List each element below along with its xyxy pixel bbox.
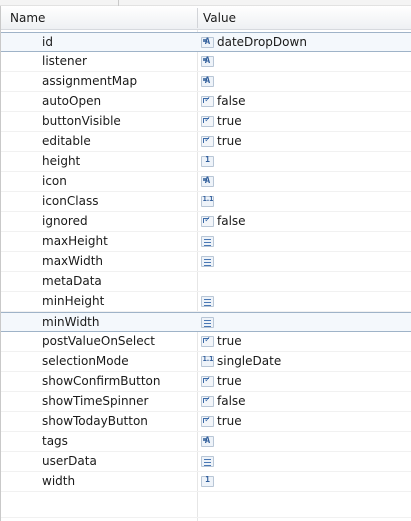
table-row[interactable]: buttonVisible ✓ true: [1, 112, 411, 132]
enum-property-icon: 1.1: [201, 195, 214, 207]
table-row[interactable]: minWidth: [1, 312, 411, 332]
table-row[interactable]: showConfirmButton ✓ true: [1, 372, 411, 392]
property-name: buttonVisible: [42, 114, 121, 128]
property-value: true: [217, 134, 242, 148]
property-name: iconClass: [42, 194, 99, 208]
property-name: height: [42, 154, 81, 168]
table-row[interactable]: minHeight: [1, 292, 411, 312]
boolean-property-icon: ✓: [201, 95, 214, 107]
property-name: ignored: [42, 214, 88, 228]
boolean-property-icon: ✓: [201, 215, 214, 227]
list-property-icon: [201, 296, 214, 307]
property-name: editable: [42, 134, 91, 148]
boolean-property-icon: ✓: [201, 335, 214, 347]
property-name: minHeight: [42, 294, 105, 308]
property-sheet: Name Value id AdateDropDown listener Aassig…: [0, 6, 411, 521]
table-row[interactable]: editable ✓ true: [1, 132, 411, 152]
property-name: showTimeSpinner: [42, 394, 149, 408]
table-row[interactable]: ignored ✓ false: [1, 212, 411, 232]
table-row[interactable]: height 1: [1, 152, 411, 172]
property-value: true: [217, 114, 242, 128]
property-value: false: [217, 214, 246, 228]
property-name: autoOpen: [42, 94, 102, 108]
property-value: true: [217, 414, 242, 428]
property-name: maxWidth: [42, 254, 104, 268]
property-name: icon: [42, 174, 67, 188]
table-row[interactable]: postValueOnSelect ✓ true: [1, 332, 411, 352]
table-header: Name Value: [1, 6, 411, 30]
table-row[interactable]: selectionMode 1.1 singleDate: [1, 352, 411, 372]
property-value: true: [217, 374, 242, 388]
column-header-value[interactable]: Value: [203, 6, 236, 30]
list-property-icon: [201, 456, 214, 467]
property-name: assignmentMap: [42, 74, 138, 88]
table-row[interactable]: assignmentMap A: [1, 72, 411, 92]
property-name: metaData: [42, 274, 102, 288]
property-value: true: [217, 334, 242, 348]
property-name: selectionMode: [42, 354, 129, 368]
column-separator[interactable]: [197, 8, 198, 28]
boolean-property-icon: ✓: [201, 375, 214, 387]
table-row[interactable]: width 1: [1, 472, 411, 492]
table-row[interactable]: iconClass 1.1: [1, 192, 411, 212]
property-value: singleDate: [217, 354, 282, 368]
list-property-icon: [201, 317, 214, 328]
table-row[interactable]: tags A: [1, 432, 411, 452]
boolean-property-icon: ✓: [201, 415, 214, 427]
text-property-icon: A: [201, 76, 214, 87]
column-header-name[interactable]: Name: [10, 6, 45, 30]
property-name: maxHeight: [42, 234, 108, 248]
text-property-icon: A: [201, 176, 214, 187]
property-name: tags: [42, 434, 68, 448]
number-property-icon: 1: [201, 155, 214, 167]
table-row[interactable]: listener A: [1, 52, 411, 72]
table-row[interactable]: icon A: [1, 172, 411, 192]
table-row[interactable]: id AdateDropDown: [1, 32, 411, 52]
boolean-property-icon: ✓: [201, 395, 214, 407]
enum-property-icon: 1.1: [201, 355, 214, 367]
property-value: false: [217, 394, 246, 408]
boolean-property-icon: ✓: [201, 135, 214, 147]
table-row[interactable]: showTodayButton ✓ true: [1, 412, 411, 432]
table-row[interactable]: userData: [1, 452, 411, 472]
property-value: false: [217, 94, 246, 108]
property-name: minWidth: [42, 315, 100, 329]
table-row[interactable]: maxWidth: [1, 252, 411, 272]
boolean-property-icon: ✓: [201, 115, 214, 127]
text-property-icon: A: [201, 436, 214, 447]
property-name: userData: [42, 454, 97, 468]
list-property-icon: [201, 256, 214, 267]
number-property-icon: 1: [201, 475, 214, 487]
text-property-icon: A: [201, 56, 214, 67]
list-property-icon: [201, 236, 214, 247]
property-value: dateDropDown: [217, 35, 307, 49]
property-name: postValueOnSelect: [42, 334, 155, 348]
property-name: listener: [42, 54, 87, 68]
property-name: showTodayButton: [42, 414, 148, 428]
table-row[interactable]: maxHeight: [1, 232, 411, 252]
property-name: width: [42, 474, 76, 488]
table-row[interactable]: autoOpen ✓ false: [1, 92, 411, 112]
property-name: id: [42, 35, 53, 49]
property-name: showConfirmButton: [42, 374, 161, 388]
table-row[interactable]: showTimeSpinner ✓ false: [1, 392, 411, 412]
text-property-icon: A: [201, 37, 214, 48]
table-row[interactable]: metaData: [1, 272, 411, 292]
empty-row: [1, 498, 411, 518]
